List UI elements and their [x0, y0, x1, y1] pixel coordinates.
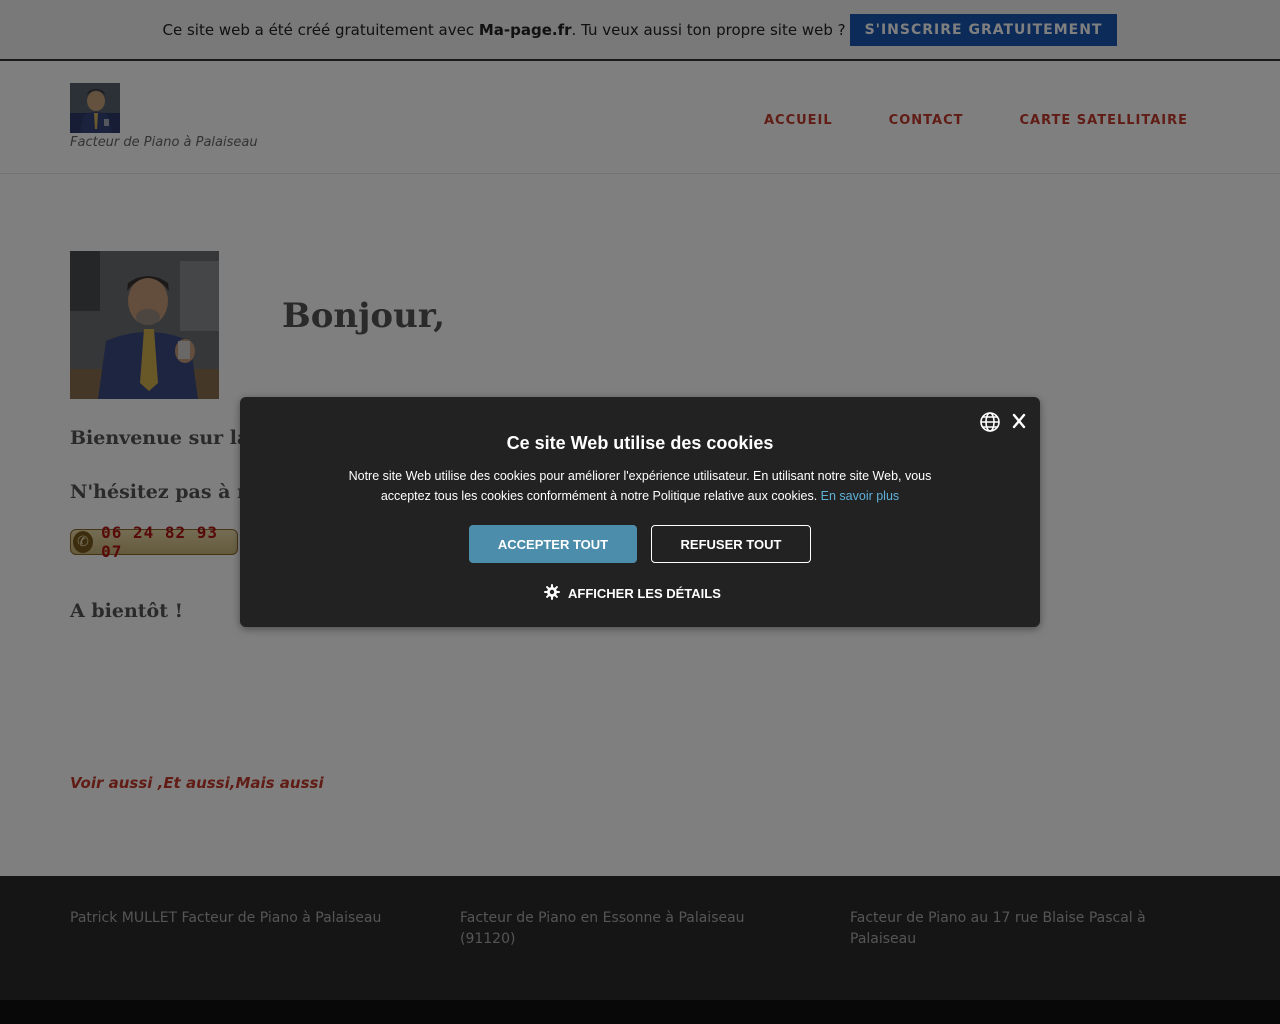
gear-icon	[544, 584, 560, 603]
cookie-consent-dialog: Ce site Web utilise des cookies Notre si…	[240, 397, 1040, 627]
refuse-all-button[interactable]: REFUSER TOUT	[651, 525, 811, 563]
cookie-title: Ce site Web utilise des cookies	[506, 433, 774, 453]
globe-icon[interactable]	[979, 411, 1001, 433]
learn-more-link[interactable]: En savoir plus	[821, 489, 900, 503]
show-details-label: AFFICHER LES DÉTAILS	[568, 586, 721, 601]
accept-all-button[interactable]: ACCEPTER TOUT	[469, 525, 637, 563]
close-icon[interactable]	[1011, 411, 1027, 431]
cookie-description: Notre site Web utilise des cookies pour …	[330, 466, 950, 506]
show-details-toggle[interactable]: AFFICHER LES DÉTAILS	[544, 584, 721, 603]
